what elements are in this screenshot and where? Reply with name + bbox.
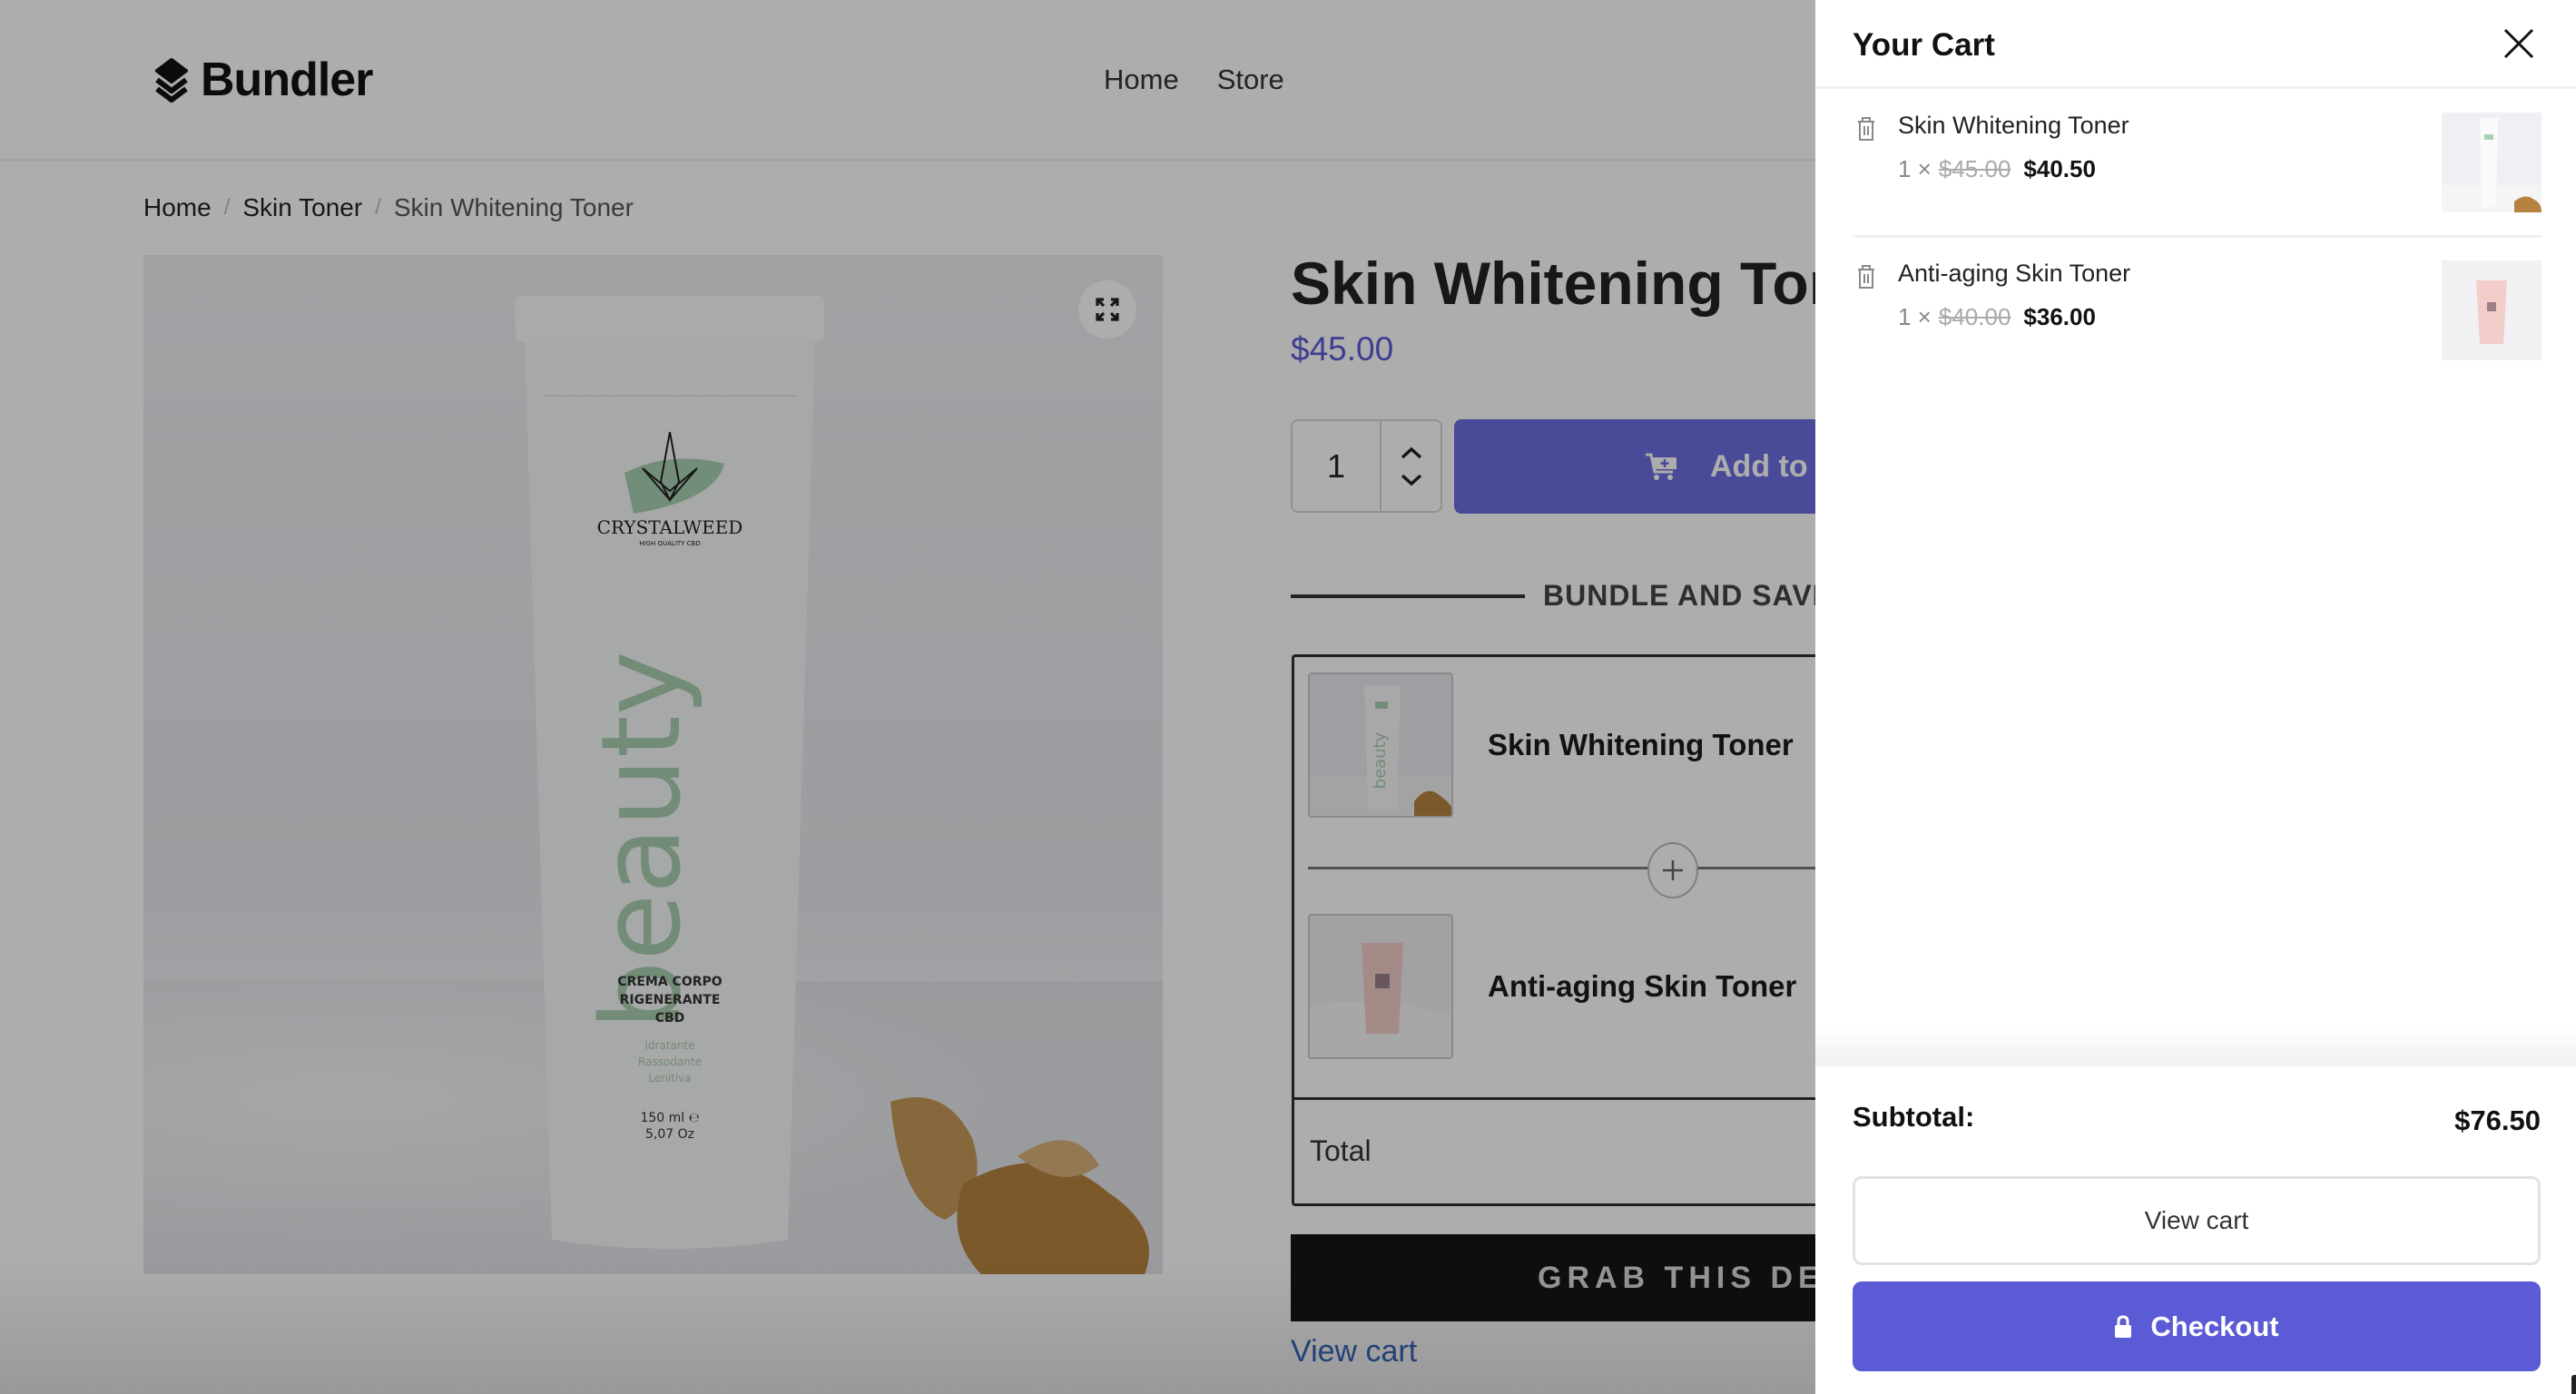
cart-footer-shadow: [1815, 1026, 2576, 1066]
cart-item-qty: 1 ×: [1898, 155, 1932, 182]
checkout-button[interactable]: Checkout: [1853, 1281, 2541, 1371]
cart-item: Anti-aging Skin Toner 1 × $40.00 $36.00: [1853, 237, 2542, 386]
subtotal-value: $76.50: [2454, 1104, 2541, 1136]
cart-item-price: 1 × $45.00 $40.50: [1898, 155, 2096, 183]
scrollbar[interactable]: [2571, 1375, 2576, 1394]
lock-icon: [2115, 1314, 2132, 1338]
cart-item-thumbnail[interactable]: [2442, 260, 2542, 360]
cart-title: Your Cart: [1853, 27, 1995, 63]
cart-item-thumbnail[interactable]: [2442, 113, 2542, 212]
trash-icon[interactable]: [1856, 264, 1876, 290]
pink-tube-thumbnail-image: [2442, 260, 2542, 360]
cart-item-name[interactable]: Skin Whitening Toner: [1898, 112, 2129, 140]
cart-drawer: Your Cart Skin Whitening Toner 1 × $45.0…: [1815, 0, 2576, 1394]
checkout-label: Checkout: [2150, 1310, 2279, 1342]
cart-item-qty: 1 ×: [1898, 303, 1932, 330]
cart-item-sale-price: $40.50: [2023, 155, 2096, 182]
cart-item-sale-price: $36.00: [2023, 303, 2096, 330]
cart-item-original-price: $40.00: [1938, 303, 2011, 330]
cart-item-original-price: $45.00: [1938, 155, 2011, 182]
trash-icon[interactable]: [1856, 116, 1876, 142]
close-icon[interactable]: [2502, 27, 2535, 60]
view-cart-button[interactable]: View cart: [1853, 1176, 2541, 1265]
subtotal-label: Subtotal:: [1853, 1101, 1975, 1133]
cart-item-price: 1 × $40.00 $36.00: [1898, 303, 2096, 331]
cart-footer: Subtotal: $76.50 View cart Checkout: [1815, 1066, 2576, 1394]
modal-overlay[interactable]: [0, 0, 1815, 1394]
cart-header: Your Cart: [1815, 0, 2576, 89]
cart-item-name[interactable]: Anti-aging Skin Toner: [1898, 260, 2130, 288]
tube-thumbnail-image: [2442, 113, 2542, 212]
cart-item: Skin Whitening Toner 1 × $45.00 $40.50: [1853, 89, 2542, 238]
